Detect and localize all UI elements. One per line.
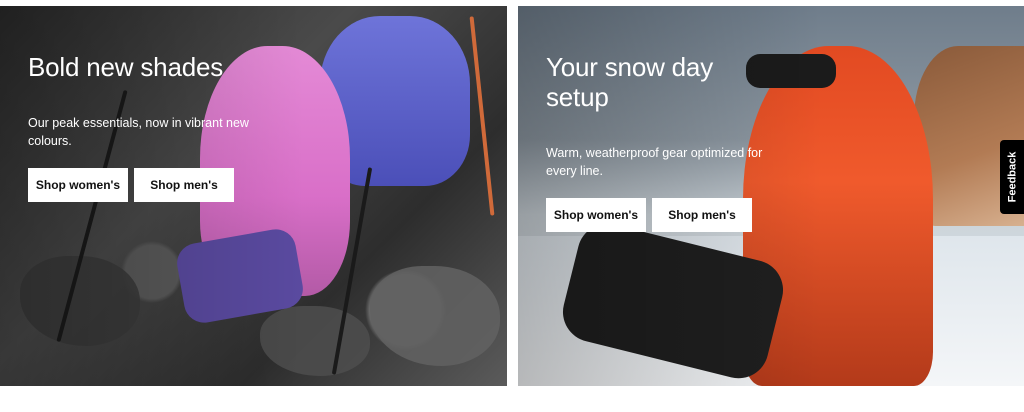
promo-buttons: Shop women's Shop men's xyxy=(546,198,776,232)
promo-content: Your snow day setup Warm, weatherproof g… xyxy=(546,52,776,232)
promo-buttons: Shop women's Shop men's xyxy=(28,168,258,202)
shop-mens-button[interactable]: Shop men's xyxy=(652,198,752,232)
shop-mens-button[interactable]: Shop men's xyxy=(134,168,234,202)
promo-tile-bold-new-shades[interactable]: Bold new shades Our peak essentials, now… xyxy=(0,6,507,386)
feedback-label: Feedback xyxy=(1006,151,1018,203)
promo-tile-snow-day-setup[interactable]: Your snow day setup Warm, weatherproof g… xyxy=(518,6,1024,386)
shop-womens-button[interactable]: Shop women's xyxy=(28,168,128,202)
promo-content: Bold new shades Our peak essentials, now… xyxy=(28,52,258,202)
feedback-tab[interactable]: Feedback xyxy=(1000,140,1024,214)
promo-subtext: Our peak essentials, now in vibrant new … xyxy=(28,116,249,148)
shop-womens-button[interactable]: Shop women's xyxy=(546,198,646,232)
promo-headline: Bold new shades xyxy=(28,52,224,82)
promo-subtext: Warm, weatherproof gear optimized for ev… xyxy=(546,146,763,178)
promo-headline: Your snow day setup xyxy=(546,52,713,112)
